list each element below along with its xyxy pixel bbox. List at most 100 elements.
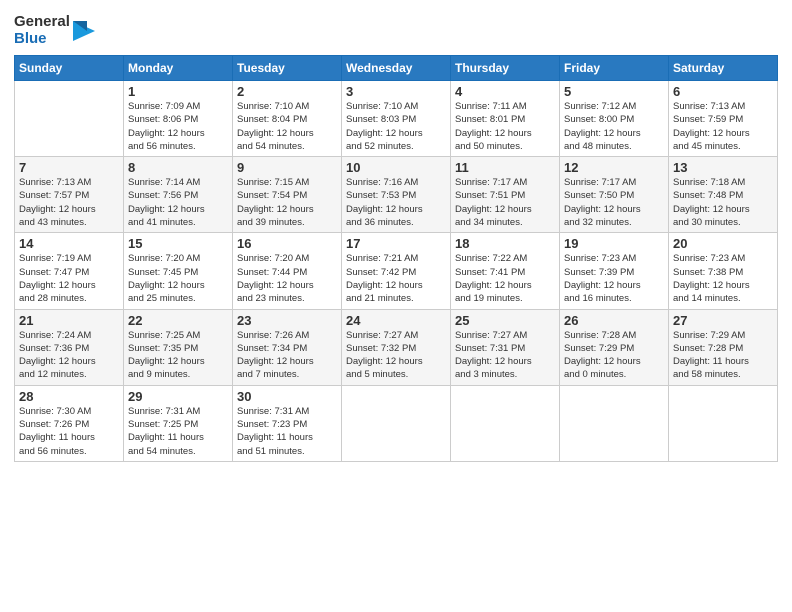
- cell-info-text: Sunrise: 7:23 AMSunset: 7:39 PMDaylight:…: [564, 252, 664, 305]
- cell-day-number: 25: [455, 313, 555, 328]
- cell-info-text: Sunrise: 7:29 AMSunset: 7:28 PMDaylight:…: [673, 329, 773, 382]
- calendar-cell: 14Sunrise: 7:19 AMSunset: 7:47 PMDayligh…: [15, 233, 124, 309]
- cell-day-number: 23: [237, 313, 337, 328]
- calendar-cell: 5Sunrise: 7:12 AMSunset: 8:00 PMDaylight…: [560, 81, 669, 157]
- calendar-header-row: SundayMondayTuesdayWednesdayThursdayFrid…: [15, 56, 778, 81]
- cell-info-text: Sunrise: 7:13 AMSunset: 7:57 PMDaylight:…: [19, 176, 119, 229]
- logo-general-text: General: [14, 14, 70, 31]
- calendar-cell: 6Sunrise: 7:13 AMSunset: 7:59 PMDaylight…: [669, 81, 778, 157]
- calendar-cell: 15Sunrise: 7:20 AMSunset: 7:45 PMDayligh…: [124, 233, 233, 309]
- calendar-cell: 30Sunrise: 7:31 AMSunset: 7:23 PMDayligh…: [233, 385, 342, 461]
- cell-info-text: Sunrise: 7:09 AMSunset: 8:06 PMDaylight:…: [128, 100, 228, 153]
- cell-day-number: 18: [455, 236, 555, 251]
- logo-triangle-icon: [73, 17, 95, 45]
- calendar-cell: 11Sunrise: 7:17 AMSunset: 7:51 PMDayligh…: [451, 157, 560, 233]
- cell-day-number: 2: [237, 84, 337, 99]
- cell-info-text: Sunrise: 7:11 AMSunset: 8:01 PMDaylight:…: [455, 100, 555, 153]
- calendar-cell: 26Sunrise: 7:28 AMSunset: 7:29 PMDayligh…: [560, 309, 669, 385]
- cell-info-text: Sunrise: 7:31 AMSunset: 7:25 PMDaylight:…: [128, 405, 228, 458]
- cell-day-number: 3: [346, 84, 446, 99]
- calendar-week-row: 28Sunrise: 7:30 AMSunset: 7:26 PMDayligh…: [15, 385, 778, 461]
- calendar-cell: 4Sunrise: 7:11 AMSunset: 8:01 PMDaylight…: [451, 81, 560, 157]
- cell-info-text: Sunrise: 7:28 AMSunset: 7:29 PMDaylight:…: [564, 329, 664, 382]
- cell-info-text: Sunrise: 7:25 AMSunset: 7:35 PMDaylight:…: [128, 329, 228, 382]
- calendar-cell: 13Sunrise: 7:18 AMSunset: 7:48 PMDayligh…: [669, 157, 778, 233]
- calendar-day-header: Wednesday: [342, 56, 451, 81]
- calendar-cell: 27Sunrise: 7:29 AMSunset: 7:28 PMDayligh…: [669, 309, 778, 385]
- calendar-cell: 9Sunrise: 7:15 AMSunset: 7:54 PMDaylight…: [233, 157, 342, 233]
- calendar-cell: 17Sunrise: 7:21 AMSunset: 7:42 PMDayligh…: [342, 233, 451, 309]
- calendar-cell: 20Sunrise: 7:23 AMSunset: 7:38 PMDayligh…: [669, 233, 778, 309]
- cell-info-text: Sunrise: 7:17 AMSunset: 7:51 PMDaylight:…: [455, 176, 555, 229]
- cell-day-number: 27: [673, 313, 773, 328]
- calendar-cell: 8Sunrise: 7:14 AMSunset: 7:56 PMDaylight…: [124, 157, 233, 233]
- cell-info-text: Sunrise: 7:27 AMSunset: 7:31 PMDaylight:…: [455, 329, 555, 382]
- cell-day-number: 13: [673, 160, 773, 175]
- cell-info-text: Sunrise: 7:30 AMSunset: 7:26 PMDaylight:…: [19, 405, 119, 458]
- calendar-cell: 19Sunrise: 7:23 AMSunset: 7:39 PMDayligh…: [560, 233, 669, 309]
- cell-day-number: 8: [128, 160, 228, 175]
- calendar-week-row: 14Sunrise: 7:19 AMSunset: 7:47 PMDayligh…: [15, 233, 778, 309]
- cell-info-text: Sunrise: 7:14 AMSunset: 7:56 PMDaylight:…: [128, 176, 228, 229]
- header: General Blue: [14, 10, 778, 47]
- calendar-cell: 23Sunrise: 7:26 AMSunset: 7:34 PMDayligh…: [233, 309, 342, 385]
- calendar-cell: 28Sunrise: 7:30 AMSunset: 7:26 PMDayligh…: [15, 385, 124, 461]
- cell-info-text: Sunrise: 7:12 AMSunset: 8:00 PMDaylight:…: [564, 100, 664, 153]
- calendar-cell: 1Sunrise: 7:09 AMSunset: 8:06 PMDaylight…: [124, 81, 233, 157]
- cell-day-number: 22: [128, 313, 228, 328]
- cell-day-number: 21: [19, 313, 119, 328]
- cell-day-number: 12: [564, 160, 664, 175]
- calendar-cell: 22Sunrise: 7:25 AMSunset: 7:35 PMDayligh…: [124, 309, 233, 385]
- calendar-cell: 12Sunrise: 7:17 AMSunset: 7:50 PMDayligh…: [560, 157, 669, 233]
- cell-day-number: 7: [19, 160, 119, 175]
- calendar-table: SundayMondayTuesdayWednesdayThursdayFrid…: [14, 55, 778, 462]
- cell-day-number: 17: [346, 236, 446, 251]
- cell-day-number: 30: [237, 389, 337, 404]
- cell-info-text: Sunrise: 7:23 AMSunset: 7:38 PMDaylight:…: [673, 252, 773, 305]
- cell-info-text: Sunrise: 7:24 AMSunset: 7:36 PMDaylight:…: [19, 329, 119, 382]
- cell-day-number: 1: [128, 84, 228, 99]
- calendar-day-header: Tuesday: [233, 56, 342, 81]
- calendar-day-header: Monday: [124, 56, 233, 81]
- cell-day-number: 19: [564, 236, 664, 251]
- calendar-cell: 21Sunrise: 7:24 AMSunset: 7:36 PMDayligh…: [15, 309, 124, 385]
- calendar-day-header: Saturday: [669, 56, 778, 81]
- cell-info-text: Sunrise: 7:16 AMSunset: 7:53 PMDaylight:…: [346, 176, 446, 229]
- calendar-cell: 3Sunrise: 7:10 AMSunset: 8:03 PMDaylight…: [342, 81, 451, 157]
- calendar-day-header: Sunday: [15, 56, 124, 81]
- cell-info-text: Sunrise: 7:13 AMSunset: 7:59 PMDaylight:…: [673, 100, 773, 153]
- cell-info-text: Sunrise: 7:27 AMSunset: 7:32 PMDaylight:…: [346, 329, 446, 382]
- calendar-cell: 29Sunrise: 7:31 AMSunset: 7:25 PMDayligh…: [124, 385, 233, 461]
- calendar-cell: 7Sunrise: 7:13 AMSunset: 7:57 PMDaylight…: [15, 157, 124, 233]
- cell-day-number: 14: [19, 236, 119, 251]
- calendar-cell: 24Sunrise: 7:27 AMSunset: 7:32 PMDayligh…: [342, 309, 451, 385]
- cell-day-number: 24: [346, 313, 446, 328]
- calendar-day-header: Friday: [560, 56, 669, 81]
- cell-info-text: Sunrise: 7:21 AMSunset: 7:42 PMDaylight:…: [346, 252, 446, 305]
- cell-info-text: Sunrise: 7:22 AMSunset: 7:41 PMDaylight:…: [455, 252, 555, 305]
- cell-day-number: 9: [237, 160, 337, 175]
- calendar-week-row: 21Sunrise: 7:24 AMSunset: 7:36 PMDayligh…: [15, 309, 778, 385]
- calendar-cell: [342, 385, 451, 461]
- cell-day-number: 28: [19, 389, 119, 404]
- cell-info-text: Sunrise: 7:17 AMSunset: 7:50 PMDaylight:…: [564, 176, 664, 229]
- cell-info-text: Sunrise: 7:20 AMSunset: 7:45 PMDaylight:…: [128, 252, 228, 305]
- cell-day-number: 20: [673, 236, 773, 251]
- cell-day-number: 15: [128, 236, 228, 251]
- cell-day-number: 10: [346, 160, 446, 175]
- cell-day-number: 16: [237, 236, 337, 251]
- cell-info-text: Sunrise: 7:15 AMSunset: 7:54 PMDaylight:…: [237, 176, 337, 229]
- calendar-day-header: Thursday: [451, 56, 560, 81]
- cell-day-number: 4: [455, 84, 555, 99]
- cell-info-text: Sunrise: 7:18 AMSunset: 7:48 PMDaylight:…: [673, 176, 773, 229]
- calendar-cell: 10Sunrise: 7:16 AMSunset: 7:53 PMDayligh…: [342, 157, 451, 233]
- calendar-cell: [560, 385, 669, 461]
- calendar-week-row: 7Sunrise: 7:13 AMSunset: 7:57 PMDaylight…: [15, 157, 778, 233]
- calendar-cell: 16Sunrise: 7:20 AMSunset: 7:44 PMDayligh…: [233, 233, 342, 309]
- calendar-week-row: 1Sunrise: 7:09 AMSunset: 8:06 PMDaylight…: [15, 81, 778, 157]
- cell-day-number: 29: [128, 389, 228, 404]
- cell-info-text: Sunrise: 7:19 AMSunset: 7:47 PMDaylight:…: [19, 252, 119, 305]
- cell-info-text: Sunrise: 7:31 AMSunset: 7:23 PMDaylight:…: [237, 405, 337, 458]
- cell-day-number: 5: [564, 84, 664, 99]
- calendar-cell: [451, 385, 560, 461]
